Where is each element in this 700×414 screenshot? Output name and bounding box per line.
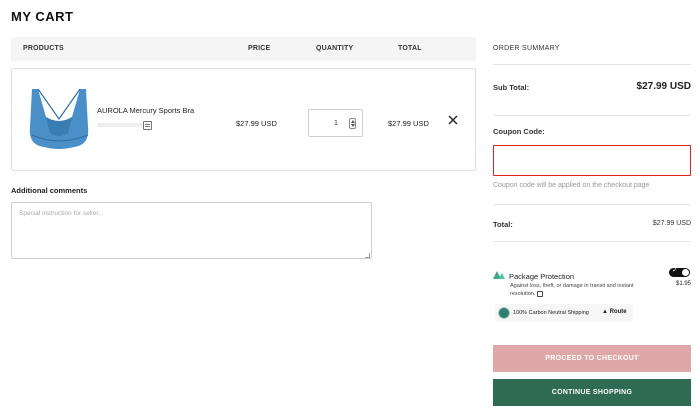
product-price: $27.99 USD	[236, 119, 277, 128]
cart-row: AUROLA Mercury Sports Bra $27.99 USD 1 $…	[11, 68, 476, 171]
product-name[interactable]: AUROLA Mercury Sports Bra	[97, 106, 194, 115]
quantity-spinner-icon[interactable]	[349, 118, 356, 129]
subtotal-label: Sub Total:	[493, 83, 530, 92]
total-label: Total:	[493, 220, 513, 229]
quantity-value[interactable]: 1	[334, 120, 338, 127]
package-protection-description: Against loss, theft, or damage in transi…	[510, 283, 634, 297]
cart-table-header: PRODUCTS PRICE QUANTITY TOTAL	[11, 37, 476, 61]
order-summary-title: ORDER SUMMARY	[493, 45, 560, 52]
coupon-input[interactable]	[493, 145, 691, 176]
resize-handle-icon[interactable]	[365, 253, 370, 258]
carbon-neutral-text: 100% Carbon Neutral Shipping	[513, 310, 589, 316]
quantity-stepper[interactable]: 1	[308, 109, 363, 137]
total-value: $27.99 USD	[652, 220, 691, 227]
column-header-quantity: QUANTITY	[316, 45, 354, 52]
coupon-label: Coupon Code:	[493, 127, 545, 136]
page-title: MY CART	[11, 9, 74, 24]
package-protection-toggle[interactable]: ✓	[669, 267, 690, 277]
subtotal-value: $27.99 USD	[636, 81, 691, 92]
package-protection-title: Package Protection	[509, 272, 575, 281]
comments-label: Additional comments	[11, 186, 88, 195]
coupon-hint: Coupon code will be applied on the check…	[493, 182, 650, 189]
edit-icon[interactable]	[143, 121, 152, 130]
column-header-total: TOTAL	[398, 45, 422, 52]
column-header-price: PRICE	[248, 45, 271, 52]
divider	[493, 241, 691, 242]
divider	[493, 115, 691, 116]
carbon-neutral-badge: 100% Carbon Neutral Shipping ▲ Route	[495, 304, 633, 322]
divider	[493, 64, 691, 65]
line-total: $27.99 USD	[388, 119, 429, 128]
info-icon[interactable]	[536, 290, 543, 297]
proceed-to-checkout-button[interactable]: PROCEED TO CHECKOUT	[493, 345, 691, 372]
comments-textarea[interactable]	[11, 202, 372, 259]
package-protection-icon	[493, 271, 505, 279]
package-protection-price: $1.95	[676, 281, 692, 287]
checkmark-icon: ✓	[672, 267, 678, 274]
continue-shopping-button[interactable]: CONTINUE SHOPPING	[493, 379, 691, 406]
route-logo: ▲ Route	[602, 309, 627, 315]
close-icon[interactable]	[448, 115, 458, 125]
leaf-badge-icon	[498, 307, 510, 319]
column-header-products: PRODUCTS	[23, 45, 64, 52]
divider	[493, 204, 691, 205]
product-image[interactable]	[24, 87, 94, 153]
product-variant-placeholder	[97, 123, 142, 127]
